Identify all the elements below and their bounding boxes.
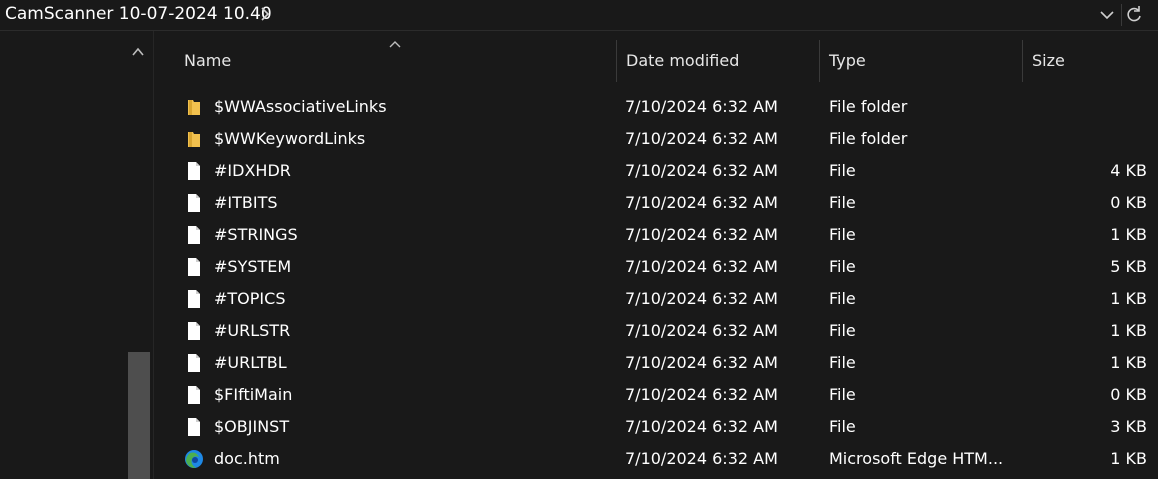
file-name: $WWAssociativeLinks (214, 97, 387, 116)
file-name: $OBJINST (214, 417, 290, 436)
column-header: Name Date modified Type Size (154, 40, 1158, 82)
file-type: File (829, 289, 856, 308)
column-name[interactable]: Name (184, 40, 231, 82)
file-date-modified: 7/10/2024 6:32 AM (625, 449, 778, 468)
file-name: #STRINGS (214, 225, 298, 244)
file-row[interactable]: doc.htm 7/10/2024 6:32 AM Microsoft Edge H… (154, 443, 1158, 475)
file-type: File (829, 417, 856, 436)
file-row[interactable]: $WWKeywordLinks 7/10/2024 6:32 AM File fol… (154, 123, 1158, 155)
folder-icon (188, 100, 200, 115)
file-date-modified: 7/10/2024 6:32 AM (625, 193, 778, 212)
file-size: 0 KB (1110, 193, 1147, 212)
refresh-icon[interactable] (1125, 5, 1143, 25)
column-divider[interactable] (616, 40, 617, 82)
address-path[interactable]: CamScanner 10-07-2024 10.40 (5, 4, 272, 24)
file-date-modified: 7/10/2024 6:32 AM (625, 321, 778, 340)
file-icon (188, 226, 200, 244)
file-name: $WWKeywordLinks (214, 129, 366, 148)
file-icon (188, 290, 200, 308)
file-size: 0 KB (1110, 385, 1147, 404)
file-row[interactable]: #TOPICS 7/10/2024 6:32 AM File 1 KB (154, 283, 1158, 315)
column-divider[interactable] (819, 40, 820, 82)
file-icon (188, 386, 200, 404)
file-name: doc.htm (214, 449, 280, 468)
file-type: File (829, 257, 856, 276)
file-row[interactable]: #URLTBL 7/10/2024 6:32 AM File 1 KB (154, 347, 1158, 379)
column-type[interactable]: Type (829, 40, 866, 82)
file-row[interactable]: #URLSTR 7/10/2024 6:32 AM File 1 KB (154, 315, 1158, 347)
file-name: #URLSTR (214, 321, 291, 340)
file-icon (188, 418, 200, 436)
file-type: File folder (829, 97, 908, 116)
address-bar[interactable]: CamScanner 10-07-2024 10.40 (0, 0, 1158, 31)
column-date-modified[interactable]: Date modified (626, 40, 739, 82)
file-date-modified: 7/10/2024 6:32 AM (625, 353, 778, 372)
file-row[interactable]: $FIftiMain 7/10/2024 6:32 AM File 0 KB (154, 379, 1158, 411)
file-row[interactable]: #ITBITS 7/10/2024 6:32 AM File 0 KB (154, 187, 1158, 219)
file-type: File (829, 385, 856, 404)
file-date-modified: 7/10/2024 6:32 AM (625, 257, 778, 276)
chevron-right-icon[interactable] (258, 6, 272, 22)
file-type: Microsoft Edge HTM... (829, 449, 1004, 468)
file-size: 5 KB (1110, 257, 1147, 276)
column-size[interactable]: Size (1032, 40, 1065, 82)
file-date-modified: 7/10/2024 6:32 AM (625, 385, 778, 404)
column-divider[interactable] (1022, 40, 1023, 82)
file-type: File (829, 225, 856, 244)
chevron-down-icon[interactable] (1099, 8, 1115, 22)
file-icon (188, 322, 200, 340)
file-icon (188, 258, 200, 276)
file-date-modified: 7/10/2024 6:32 AM (625, 161, 778, 180)
file-icon (188, 162, 200, 180)
file-size: 4 KB (1110, 161, 1147, 180)
file-name: #URLTBL (214, 353, 287, 372)
file-type: File (829, 161, 856, 180)
file-row[interactable]: #IDXHDR 7/10/2024 6:32 AM File 4 KB (154, 155, 1158, 187)
file-date-modified: 7/10/2024 6:32 AM (625, 289, 778, 308)
file-type: File (829, 321, 856, 340)
file-name: #TOPICS (214, 289, 286, 308)
file-icon (188, 354, 200, 372)
file-size: 1 KB (1110, 353, 1147, 372)
file-row[interactable]: $OBJINST 7/10/2024 6:32 AM File 3 KB (154, 411, 1158, 443)
file-name: #SYSTEM (214, 257, 292, 276)
file-date-modified: 7/10/2024 6:32 AM (625, 129, 778, 148)
file-size: 1 KB (1110, 225, 1147, 244)
scrollbar-thumb[interactable] (128, 352, 150, 479)
file-date-modified: 7/10/2024 6:32 AM (625, 97, 778, 116)
file-size: 3 KB (1110, 417, 1147, 436)
address-separator (1121, 4, 1122, 26)
file-size: 1 KB (1110, 289, 1147, 308)
file-name: #IDXHDR (214, 161, 291, 180)
file-size: 1 KB (1110, 449, 1147, 468)
file-row[interactable]: #STRINGS 7/10/2024 6:32 AM File 1 KB (154, 219, 1158, 251)
scroll-up-icon[interactable] (131, 46, 145, 58)
file-row[interactable]: $WWAssociativeLinks 7/10/2024 6:32 AM File… (154, 91, 1158, 123)
file-type: File (829, 353, 856, 372)
folder-icon (188, 132, 200, 147)
file-list: Name Date modified Type Size $WWAssociat… (153, 31, 1158, 479)
file-type: File (829, 193, 856, 212)
file-icon (188, 194, 200, 212)
file-size: 1 KB (1110, 321, 1147, 340)
file-type: File folder (829, 129, 908, 148)
sort-ascending-icon (389, 41, 401, 48)
edge-icon (185, 450, 203, 468)
file-date-modified: 7/10/2024 6:32 AM (625, 225, 778, 244)
file-name: $FIftiMain (214, 385, 293, 404)
navigation-pane (0, 31, 152, 479)
file-row[interactable]: #SYSTEM 7/10/2024 6:32 AM File 5 KB (154, 251, 1158, 283)
file-name: #ITBITS (214, 193, 278, 212)
file-date-modified: 7/10/2024 6:32 AM (625, 417, 778, 436)
